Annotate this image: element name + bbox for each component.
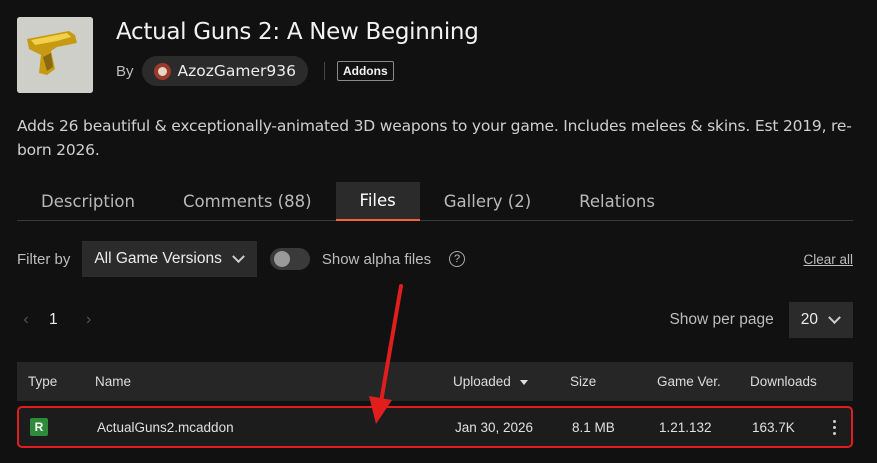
author-chip[interactable]: AzozGamer936 — [141, 56, 308, 86]
table-row[interactable]: R ActualGuns2.mcaddon Jan 30, 2026 8.1 M… — [17, 406, 853, 448]
category-tag[interactable]: Addons — [336, 61, 394, 81]
by-label: By — [116, 62, 134, 80]
divider — [323, 62, 325, 80]
mod-title: Actual Guns 2: A New Beginning — [116, 19, 479, 45]
tab-description[interactable]: Description — [17, 182, 159, 221]
file-size: 8.1 MB — [572, 419, 615, 435]
tab-relations[interactable]: Relations — [555, 182, 679, 221]
header-uploaded[interactable]: Uploaded — [453, 374, 528, 389]
mod-description: Adds 26 beautiful & exceptionally-animat… — [17, 117, 852, 159]
filter-bar: Filter by All Game Versions Show alpha f… — [17, 241, 853, 277]
game-version-select[interactable]: All Game Versions — [82, 241, 257, 277]
alpha-files-label: Show alpha files — [321, 250, 432, 268]
tab-bar: Description Comments (88) Files Gallery … — [17, 182, 853, 221]
clear-all-link[interactable]: Clear all — [803, 252, 853, 267]
tab-comments[interactable]: Comments (88) — [159, 182, 336, 221]
author-name: AzozGamer936 — [177, 62, 296, 80]
file-name[interactable]: ActualGuns2.mcaddon — [97, 420, 234, 435]
chevron-left-icon[interactable]: ‹ — [17, 311, 35, 329]
golden-pistol-icon — [17, 17, 93, 93]
mod-header: Actual Guns 2: A New Beginning By AzozGa… — [17, 17, 479, 93]
header-uploaded-label: Uploaded — [453, 374, 511, 389]
file-game-ver: 1.21.132 — [659, 419, 712, 435]
file-downloads: 163.7K — [752, 419, 795, 435]
help-icon[interactable]: ? — [449, 251, 466, 267]
current-page[interactable]: 1 — [49, 311, 58, 329]
header-size[interactable]: Size — [570, 374, 596, 389]
release-badge: R — [30, 418, 48, 436]
pagination-bar: ‹ 1 › Show per page 20 — [17, 302, 853, 338]
tab-gallery[interactable]: Gallery (2) — [420, 182, 555, 221]
header-type: Type — [28, 374, 58, 389]
per-page-label: Show per page — [669, 311, 774, 328]
tab-files[interactable]: Files — [335, 182, 420, 221]
header-downloads[interactable]: Downloads — [750, 374, 817, 389]
header-name[interactable]: Name — [95, 374, 131, 389]
avatar — [153, 62, 171, 80]
header-game-ver[interactable]: Game Ver. — [657, 374, 721, 389]
per-page-select[interactable]: 20 — [788, 302, 853, 338]
more-options-icon[interactable] — [833, 419, 836, 435]
chevron-down-icon — [231, 249, 245, 263]
table-header: Type Name Uploaded Size Game Ver. Downlo… — [17, 362, 853, 401]
chevron-right-icon[interactable]: › — [80, 311, 98, 329]
alpha-files-toggle[interactable] — [269, 248, 310, 270]
sort-desc-icon — [519, 379, 528, 385]
game-version-value: All Game Versions — [94, 250, 222, 267]
files-table: Type Name Uploaded Size Game Ver. Downlo… — [17, 362, 853, 448]
chevron-down-icon — [828, 310, 841, 324]
mod-thumbnail[interactable] — [17, 17, 93, 93]
filter-label: Filter by — [17, 250, 71, 268]
file-uploaded: Jan 30, 2026 — [455, 419, 534, 435]
per-page-value: 20 — [800, 311, 818, 328]
